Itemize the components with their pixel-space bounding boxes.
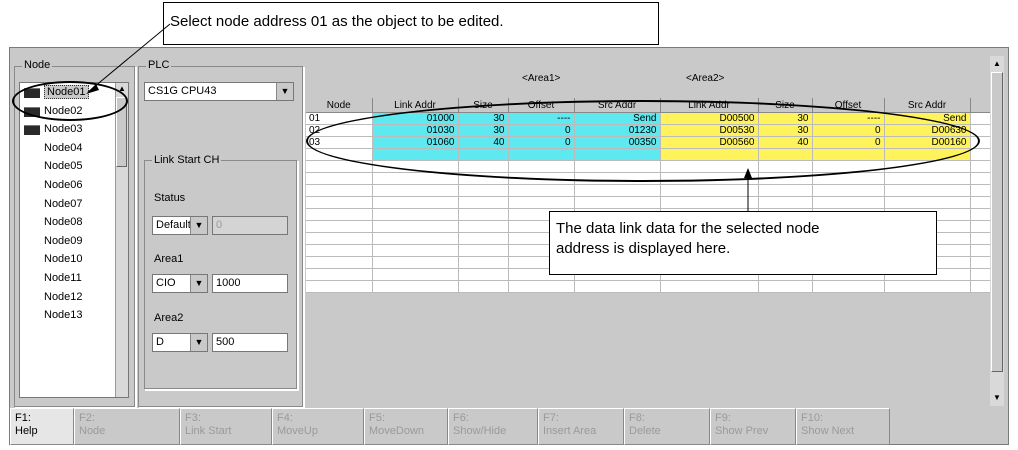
leader-arrow-top-icon [86,84,99,94]
leader-arrow-middle-icon [744,168,752,178]
annotation-lines [86,23,752,212]
leader-line-top [87,23,171,93]
